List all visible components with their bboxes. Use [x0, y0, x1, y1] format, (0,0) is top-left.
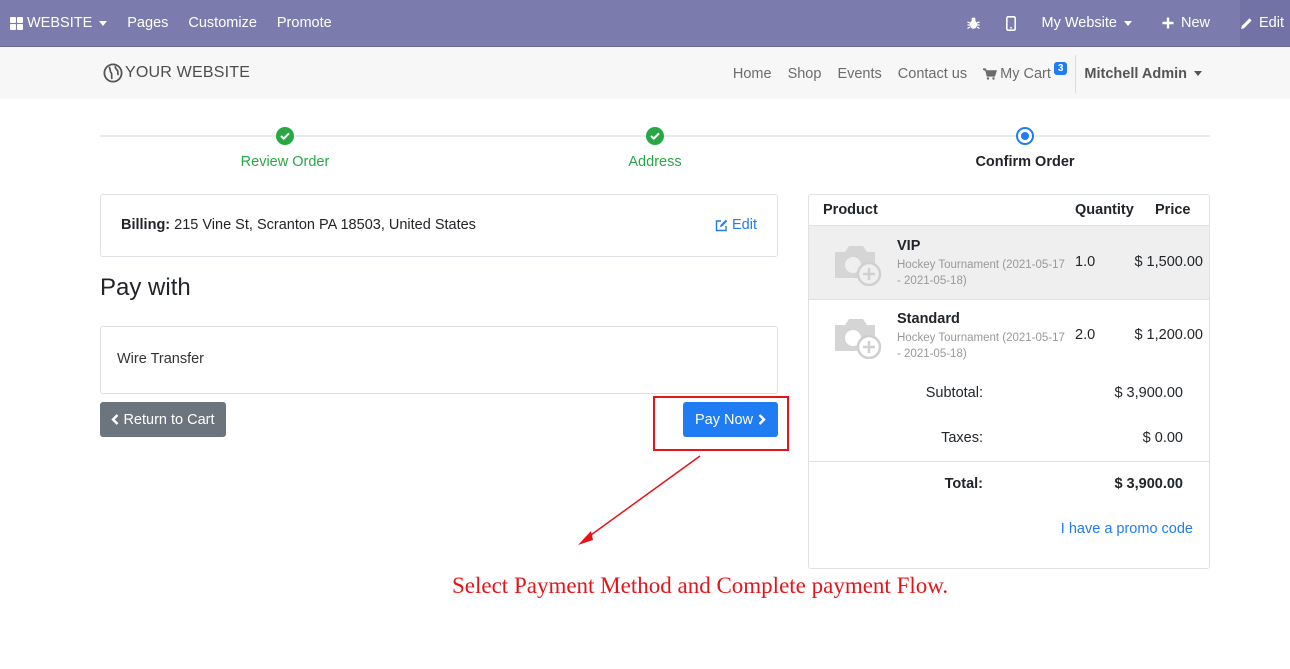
subtotal-value: $ 3,900.00	[1114, 385, 1183, 401]
admin-bar: WEBSITE Pages Customize Promote My Websi…	[0, 0, 1290, 46]
order-summary: Product Quantity Price VIP Hockey Tourna…	[808, 194, 1210, 569]
site-selector[interactable]: My Website	[1042, 0, 1132, 46]
nav-shop[interactable]: Shop	[788, 66, 822, 82]
step-confirm-order: Confirm Order	[925, 124, 1125, 170]
return-to-cart-button[interactable]: Return to Cart	[100, 402, 226, 437]
logo-text: YOUR WEBSITE	[125, 64, 251, 81]
summary-header: Product Quantity Price	[809, 195, 1209, 226]
bug-icon	[966, 17, 980, 30]
site-selector-label: My Website	[1041, 15, 1117, 31]
product-description: Hockey Tournament (2021-05-17 - 2021-05-…	[897, 332, 1065, 360]
mobile-preview-button[interactable]	[1005, 0, 1016, 46]
edit-site-label: Edit	[1259, 15, 1284, 31]
pay-with-heading: Pay with	[100, 274, 191, 301]
site-nav: Home Shop Events Contact us My Cart 3 Mi…	[733, 47, 1290, 100]
product-quantity: 1.0	[1075, 254, 1096, 270]
pay-now-highlight-box	[653, 396, 789, 451]
step-review-order[interactable]: Review Order	[185, 124, 385, 170]
step-label: Address	[628, 154, 682, 170]
billing-address-card: Billing: 215 Vine St, Scranton PA 18503,…	[100, 194, 778, 257]
billing-text: Billing: 215 Vine St, Scranton PA 18503,…	[121, 217, 476, 233]
user-menu[interactable]: Mitchell Admin	[1084, 66, 1202, 82]
total-label: Total:	[944, 476, 983, 492]
edit-icon	[715, 219, 728, 231]
product-price: $ 1,200.00	[1134, 327, 1203, 343]
nav-cart[interactable]: My Cart 3	[983, 62, 1068, 82]
nav-home[interactable]: Home	[733, 66, 772, 82]
new-button[interactable]: New	[1162, 0, 1210, 46]
caret-down-icon	[99, 20, 108, 26]
edit-site-button[interactable]: Edit	[1240, 0, 1290, 46]
edit-billing-link[interactable]: Edit	[715, 217, 757, 233]
apps-icon	[10, 16, 23, 30]
apps-menu[interactable]: WEBSITE	[10, 0, 108, 46]
cart-label: My Cart	[1000, 65, 1051, 82]
product-quantity: 2.0	[1075, 327, 1096, 343]
checkout-progress: Review Order Address Confirm Order	[100, 124, 1210, 174]
product-name: Standard	[897, 311, 960, 327]
taxes-value: $ 0.00	[1142, 430, 1183, 446]
order-line: VIP Hockey Tournament (2021-05-17 - 2021…	[809, 226, 1209, 299]
chevron-left-icon	[111, 414, 119, 425]
product-price: $ 1,500.00	[1134, 254, 1203, 270]
pencil-icon	[1241, 17, 1252, 29]
order-line: Standard Hockey Tournament (2021-05-17 -…	[809, 299, 1209, 372]
billing-label: Billing:	[121, 217, 171, 233]
new-label: New	[1180, 15, 1210, 31]
current-step-icon	[1016, 127, 1034, 145]
product-description: Hockey Tournament (2021-05-17 - 2021-05-…	[897, 259, 1065, 287]
edit-label: Edit	[732, 217, 757, 233]
subtotal-label: Subtotal:	[925, 385, 983, 401]
user-name: Mitchell Admin	[1084, 65, 1187, 82]
plus-icon	[1162, 17, 1174, 29]
caret-down-icon	[1123, 20, 1132, 26]
apps-label: WEBSITE	[27, 15, 93, 31]
cart-icon	[983, 67, 998, 80]
nav-events[interactable]: Events	[837, 66, 881, 82]
nav-contact[interactable]: Contact us	[898, 66, 967, 82]
menu-pages[interactable]: Pages	[127, 0, 168, 46]
col-price: Price	[1155, 202, 1191, 218]
annotation-arrow	[578, 455, 701, 545]
camera-plus-icon	[835, 246, 882, 286]
caret-down-icon	[1194, 71, 1202, 76]
globe-icon	[103, 63, 123, 83]
step-address[interactable]: Address	[555, 124, 755, 170]
camera-plus-icon	[835, 319, 882, 359]
debug-button[interactable]	[966, 0, 980, 46]
check-icon	[646, 127, 664, 145]
menu-customize[interactable]: Customize	[188, 0, 257, 46]
check-icon	[276, 127, 294, 145]
step-label: Review Order	[240, 154, 330, 170]
col-quantity: Quantity	[1075, 202, 1134, 218]
promo-code-link[interactable]: I have a promo code	[1061, 521, 1193, 537]
total-value: $ 3,900.00	[1114, 476, 1183, 492]
menu-promote[interactable]: Promote	[277, 0, 332, 46]
billing-address: 215 Vine St, Scranton PA 18503, United S…	[174, 217, 476, 233]
row-divider	[809, 461, 1209, 462]
mobile-icon	[1005, 15, 1016, 31]
site-header: YOUR WEBSITE Home Shop Events Contact us…	[0, 46, 1290, 99]
product-name: VIP	[897, 238, 921, 254]
annotation-text: Select Payment Method and Complete payme…	[452, 573, 949, 598]
payment-methods: Wire Transfer	[100, 326, 778, 394]
site-logo[interactable]: YOUR WEBSITE	[103, 63, 250, 83]
col-product: Product	[823, 202, 878, 218]
return-label: Return to Cart	[123, 411, 215, 428]
taxes-label: Taxes:	[941, 430, 983, 446]
cart-count-badge: 3	[1053, 62, 1068, 75]
step-label: Confirm Order	[975, 154, 1075, 170]
payment-option-wire-transfer[interactable]: Wire Transfer	[117, 351, 204, 367]
nav-divider	[1075, 54, 1077, 93]
